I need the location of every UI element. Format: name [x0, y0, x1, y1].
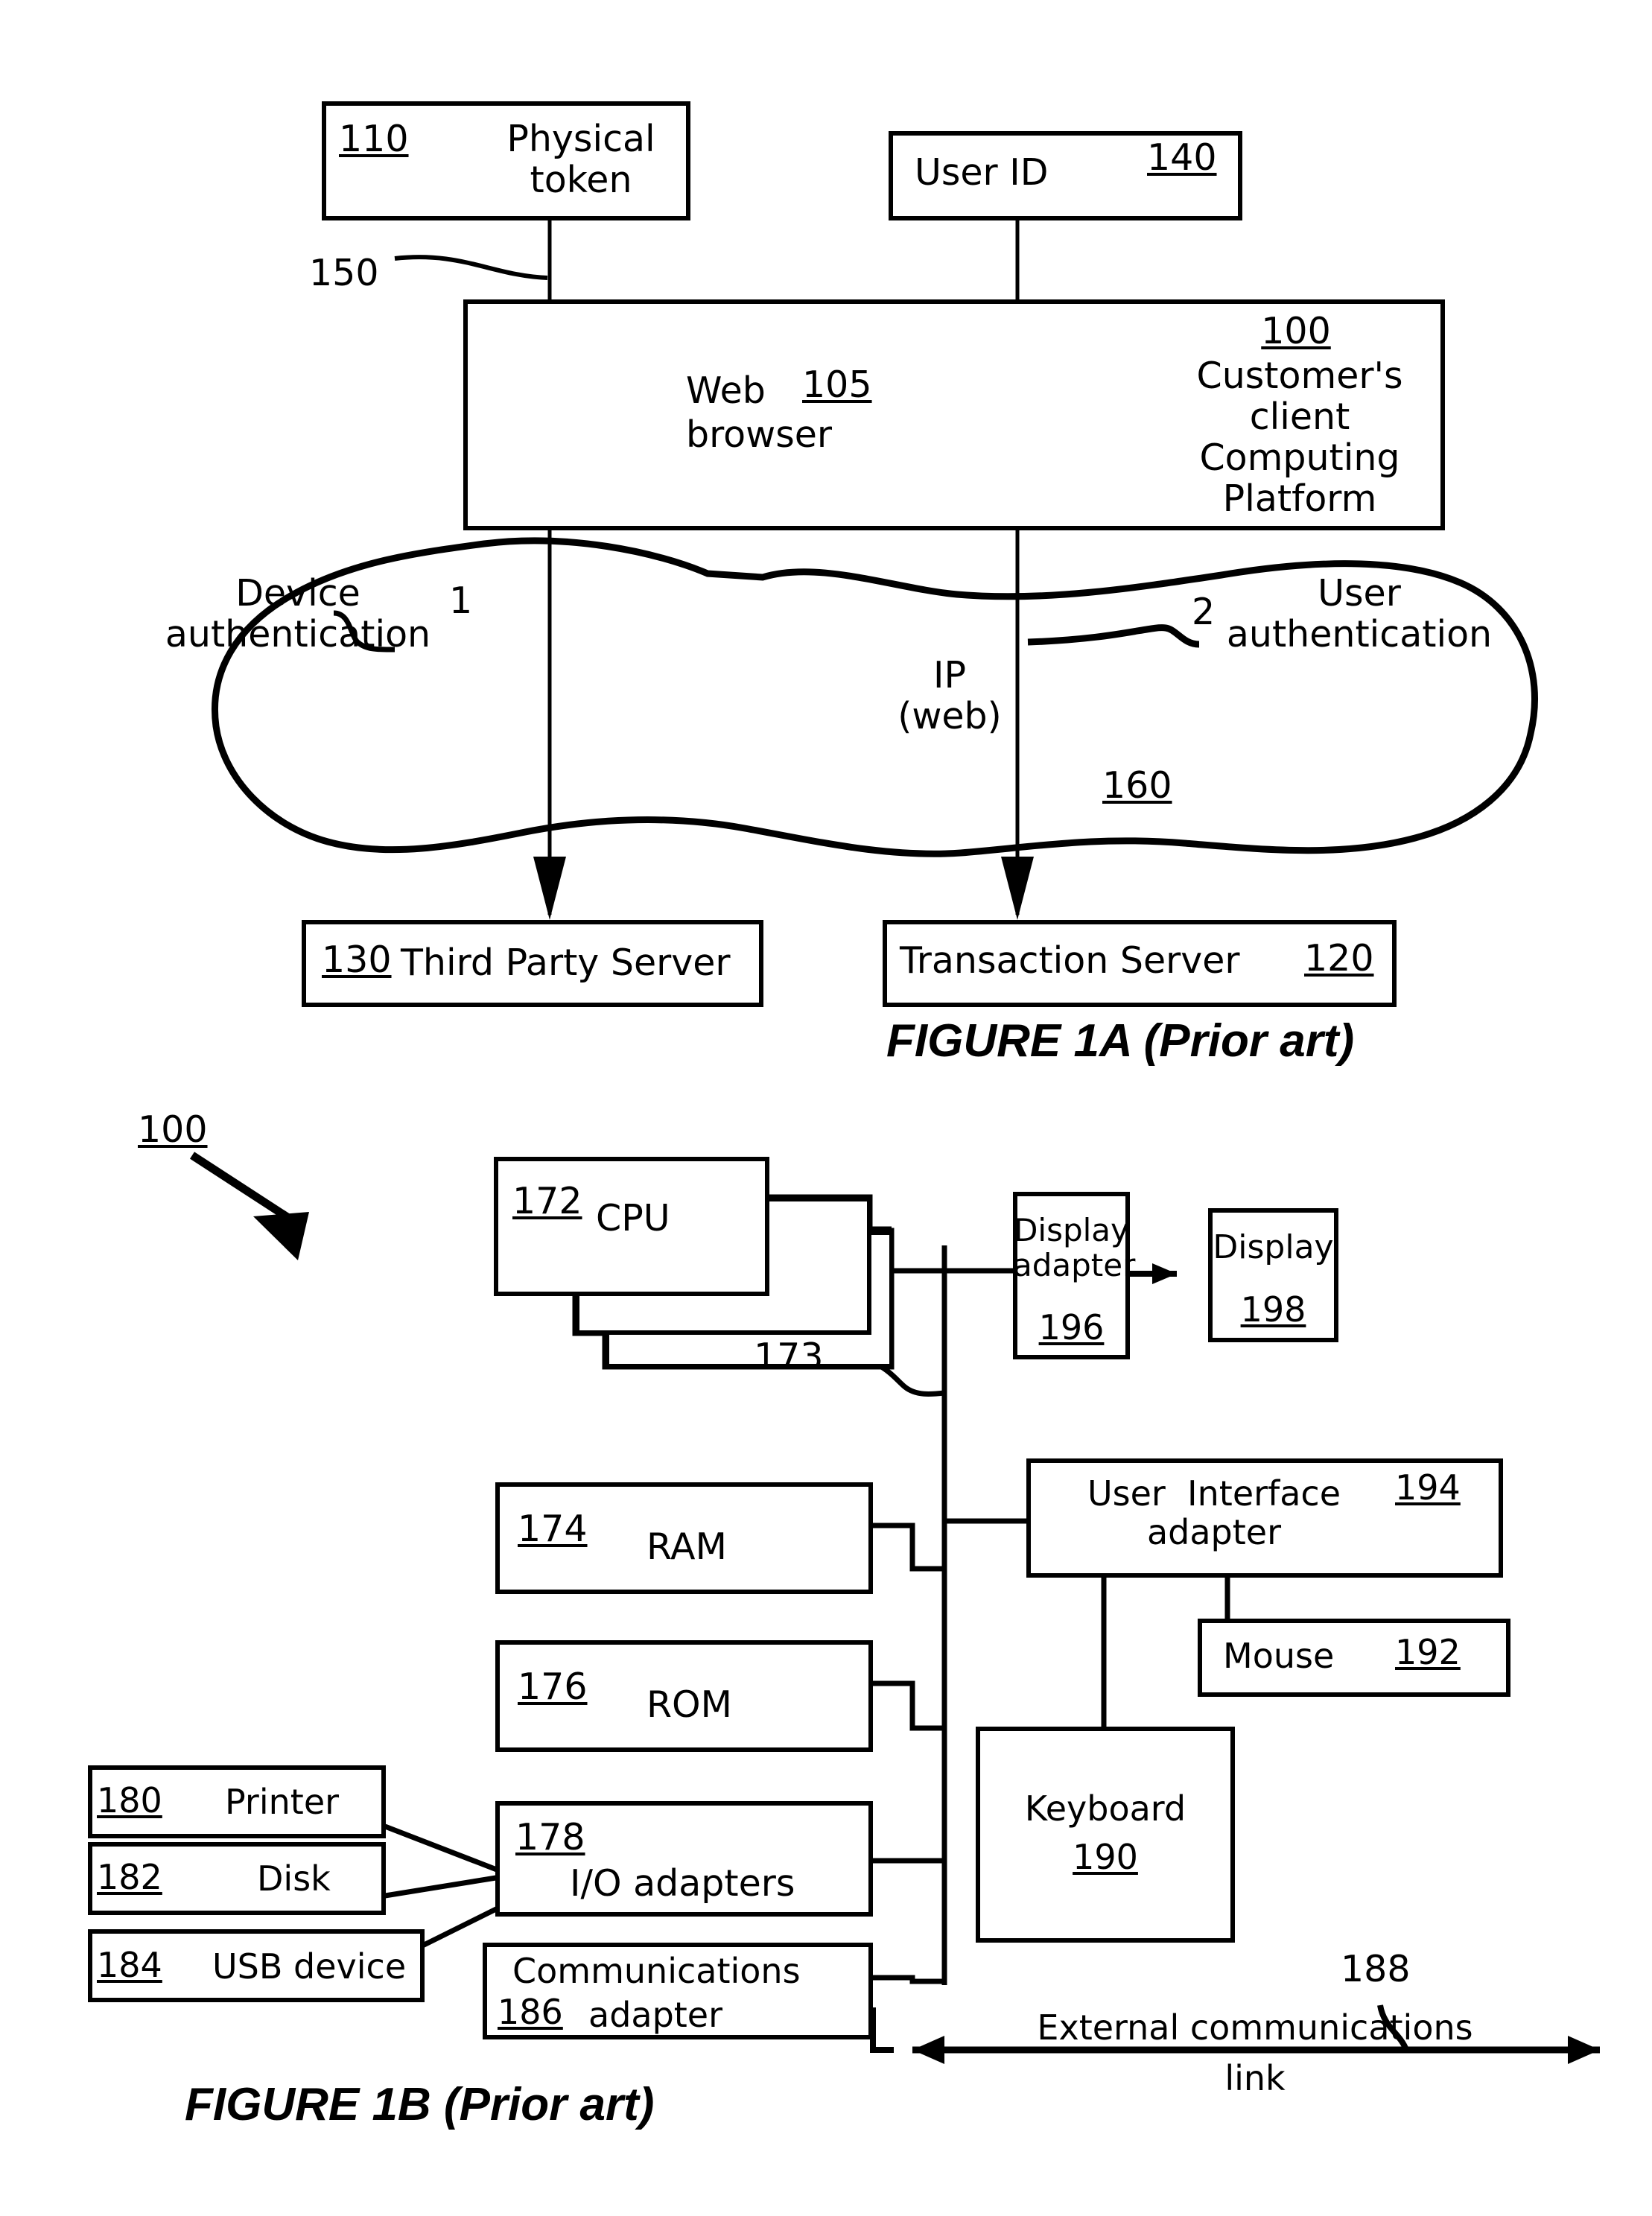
keyboard-box [976, 1727, 1235, 1943]
display-ref: 198 [1240, 1289, 1306, 1330]
ui-adapter-ref: 194 [1395, 1467, 1461, 1508]
rom-label: ROM [646, 1683, 732, 1726]
transaction-server-ref: 120 [1304, 937, 1374, 980]
user-id-ref: 140 [1147, 136, 1217, 179]
user-authentication-step: 2 [1192, 591, 1216, 633]
rom-to-bus [873, 1680, 944, 1731]
comms-adapter-label-top: Communications [512, 1951, 801, 1991]
ram-ref: 174 [518, 1508, 588, 1550]
mouse-ref: 192 [1395, 1632, 1461, 1672]
external-link-label-bottom: link [1224, 2058, 1286, 2098]
physical-token-label: Physical token [506, 118, 655, 201]
printer-label: Printer [225, 1782, 340, 1822]
user-id-label: User ID [915, 151, 1049, 194]
mouse-label: Mouse [1223, 1636, 1335, 1676]
web-browser-label-bottom: browser [686, 413, 833, 456]
device-authentication-step: 1 [449, 580, 473, 622]
disk-to-io [384, 1874, 501, 1899]
comms-to-bus [873, 1975, 944, 1984]
io-adapters-ref: 178 [515, 1816, 585, 1858]
ram-to-bus [873, 1523, 944, 1572]
ui-adapter-label: User Interface adapter [1087, 1473, 1341, 1552]
disk-label: Disk [257, 1858, 331, 1899]
web-browser-ref: 105 [802, 363, 872, 406]
network-ip-label: IP (web) [898, 654, 1002, 737]
keyboard-label: Keyboard [1024, 1788, 1186, 1829]
third-party-server-label: Third Party Server [401, 942, 731, 984]
transaction-server-label: Transaction Server [900, 939, 1240, 982]
figure-1b-system-ref: 100 [138, 1108, 208, 1151]
io-adapters-label: I/O adapters [570, 1862, 795, 1905]
cpu-label: CPU [596, 1197, 670, 1239]
client-platform-ref: 100 [1261, 310, 1331, 352]
usb-device-label: USB device [212, 1946, 407, 1987]
disk-ref: 182 [97, 1857, 162, 1897]
cpu-ref: 172 [512, 1180, 582, 1222]
web-browser-label-top: Web [686, 369, 766, 412]
printer-to-io [384, 1823, 502, 1874]
system-100-arrow-line [190, 1152, 294, 1224]
display-label: Display [1213, 1228, 1334, 1266]
comms-adapter-label-bottom: adapter [588, 1995, 723, 2035]
external-link-ref-188: 188 [1341, 1948, 1411, 1990]
keyboard-ref: 190 [1073, 1837, 1138, 1877]
usb-device-ref: 184 [97, 1945, 162, 1985]
leader-150 [394, 255, 548, 280]
leader-user-auth [1027, 624, 1200, 648]
comms-adapter-ref: 186 [498, 1992, 563, 2032]
physical-token-ref: 110 [339, 118, 409, 160]
comms-adapter-to-link [870, 2007, 894, 2053]
client-platform-label: Customer's client Computing Platform [1196, 355, 1403, 520]
bus-ref-173: 173 [754, 1336, 824, 1378]
patent-figure-sheet: 110 Physical token User ID 140 150 100 C… [0, 0, 1652, 2216]
ram-label: RAM [646, 1526, 727, 1568]
display-adapter-label: Display adapter [1013, 1212, 1136, 1284]
printer-ref: 180 [97, 1780, 162, 1820]
system-100-arrow-head [253, 1212, 309, 1260]
device-authentication-label: Device authentication [165, 572, 431, 655]
third-party-server-ref: 130 [322, 939, 392, 981]
link-150-ref: 150 [309, 252, 379, 294]
display-adapter-ref: 196 [1038, 1307, 1105, 1347]
user-authentication-label: User authentication [1226, 572, 1493, 655]
figure-1b-caption: FIGURE 1B (Prior art) [185, 2079, 655, 2130]
rom-ref: 176 [518, 1666, 588, 1708]
external-link-label-top: External communications [1037, 2007, 1473, 2048]
figure-1a-caption: FIGURE 1A (Prior art) [886, 1015, 1355, 1067]
network-ref: 160 [1102, 764, 1172, 807]
